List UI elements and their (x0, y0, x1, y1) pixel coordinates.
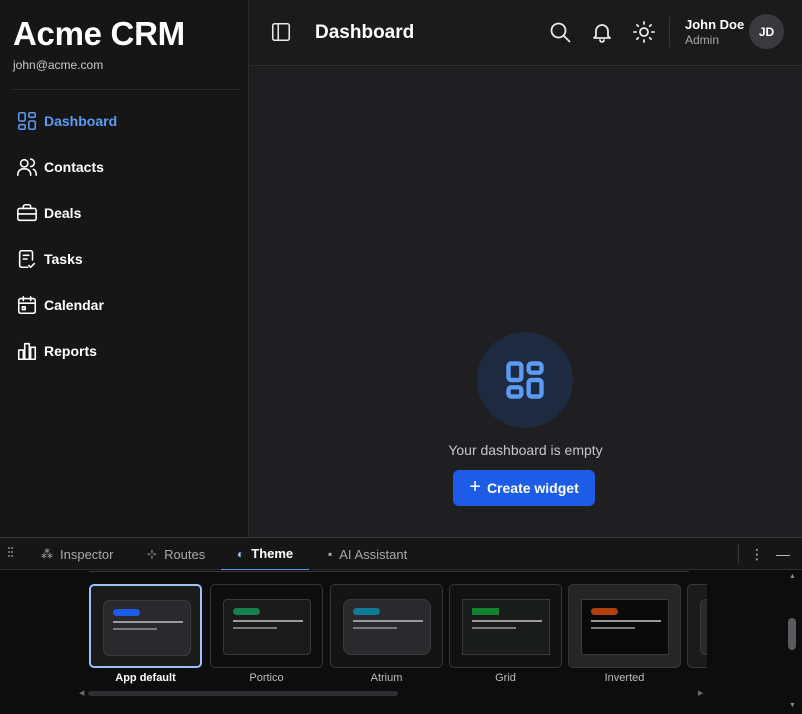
empty-state-badge (477, 332, 573, 428)
create-widget-label: Create widget (486, 480, 579, 496)
sidebar-item-label: Contacts (44, 159, 104, 175)
sidebar-item-contacts[interactable]: Contacts (0, 144, 249, 190)
theme-card-label: Inverted (604, 672, 645, 684)
sidebar-item-dashboard[interactable]: Dashboard (0, 98, 249, 144)
dashboard-icon (506, 361, 544, 399)
user-name: John Doe (685, 17, 745, 32)
theme-preview (700, 599, 707, 655)
sun-icon (633, 21, 655, 43)
sidebar-item-label: Dashboard (44, 113, 118, 129)
main-content: Your dashboard is empty + Create widget (249, 67, 802, 537)
theme-accent-swatch (353, 608, 380, 615)
theme-card-label: Grid (495, 672, 516, 684)
horizontal-scrollbar[interactable] (88, 691, 398, 696)
user-email: john@acme.com (13, 58, 104, 72)
notifications-button[interactable] (590, 20, 614, 44)
sidebar-item-label: Calendar (44, 297, 104, 313)
plus-icon: + (469, 476, 481, 498)
theme-preview (581, 599, 669, 655)
theme-card-grid[interactable] (449, 584, 562, 668)
tab-label: AI Assistant (339, 546, 408, 562)
chat-icon: ▪ (328, 547, 333, 561)
tabbar-divider (738, 544, 739, 564)
dashboard-icon (16, 110, 38, 132)
calendar-icon (16, 294, 38, 316)
tab-routes[interactable]: ⊹ Routes (147, 538, 205, 570)
sidebar-item-reports[interactable]: Reports (0, 328, 249, 374)
tab-label: Inspector (60, 546, 114, 562)
theme-accent-swatch (233, 608, 260, 615)
more-vertical-icon: ⋮ (750, 545, 764, 562)
sidebar-item-label: Deals (44, 205, 82, 221)
page-title: Dashboard (315, 22, 415, 43)
sidebar-item-deals[interactable]: Deals (0, 190, 249, 236)
theme-accent-swatch (472, 608, 499, 615)
theme-card-partial[interactable] (687, 584, 707, 668)
theme-card-label: Atrium (370, 672, 403, 684)
sidebar-toggle-icon (271, 22, 291, 42)
theme-gallery: App default Portico Atrium Grid Inverted (89, 571, 707, 711)
theme-card-portico[interactable] (210, 584, 323, 668)
scroll-right-arrow-icon[interactable]: ▶ (698, 689, 703, 697)
search-button[interactable] (548, 20, 572, 44)
users-icon (16, 156, 38, 178)
clipboard-check-icon (16, 248, 38, 270)
top-header: Dashboard John Doe Admin JD (249, 0, 802, 66)
theme-card-atrium[interactable] (330, 584, 443, 668)
theme-preview (343, 599, 431, 655)
empty-state-text: Your dashboard is empty (448, 442, 603, 458)
bar-chart-icon (16, 340, 38, 362)
theme-card-app-default[interactable] (89, 584, 202, 668)
devtools-tabbar: ⁂ Inspector ⊹ Routes ◐ Theme ▪ AI Assist… (0, 538, 802, 570)
tab-theme[interactable]: ◐ Theme (221, 538, 310, 570)
minimize-panel-button[interactable]: — (774, 544, 792, 564)
more-options-button[interactable]: ⋮ (748, 544, 766, 564)
avatar[interactable]: JD (749, 14, 784, 49)
tab-ai-assistant[interactable]: ▪ AI Assistant (328, 538, 407, 570)
theme-preview (103, 600, 191, 656)
search-icon (550, 22, 571, 43)
sidebar-item-label: Reports (44, 343, 97, 359)
drag-handle-icon[interactable] (8, 547, 14, 559)
theme-card-label: Portico (249, 672, 284, 684)
tab-label: Theme (251, 546, 294, 561)
user-role: Admin (685, 33, 720, 47)
hierarchy-icon: ⁂ (41, 547, 53, 561)
scroll-up-arrow-icon[interactable]: ▲ (789, 573, 796, 580)
signpost-icon: ⊹ (147, 547, 158, 561)
tab-label: Routes (164, 546, 206, 562)
palette-icon: ◐ (237, 546, 245, 561)
header-divider (669, 17, 670, 47)
sidebar-item-tasks[interactable]: Tasks (0, 236, 249, 282)
sidebar-divider (13, 89, 239, 90)
sidebar-item-label: Tasks (44, 251, 83, 267)
theme-card-label: App default (115, 672, 176, 684)
sidebar: Acme CRM john@acme.com Dashboard Contact… (0, 0, 249, 537)
minimize-icon: — (776, 546, 790, 562)
sidebar-item-calendar[interactable]: Calendar (0, 282, 249, 328)
sidebar-nav: Dashboard Contacts Deals Tasks Calendar (0, 98, 249, 374)
devtools-panel: ⁂ Inspector ⊹ Routes ◐ Theme ▪ AI Assist… (0, 537, 802, 714)
brand-title: Acme CRM (13, 15, 185, 52)
scroll-left-arrow-icon[interactable]: ◀ (79, 689, 84, 697)
theme-preview (462, 599, 550, 655)
bell-icon (593, 24, 611, 43)
scroll-down-arrow-icon[interactable]: ▼ (789, 702, 796, 709)
create-widget-button[interactable]: + Create widget (453, 470, 595, 506)
briefcase-icon (16, 202, 38, 224)
theme-card-inverted[interactable] (568, 584, 681, 668)
theme-toggle-button[interactable] (632, 20, 656, 44)
tab-inspector[interactable]: ⁂ Inspector (41, 538, 113, 570)
theme-accent-swatch (591, 608, 618, 615)
vertical-scrollbar[interactable] (788, 618, 796, 650)
theme-accent-swatch (113, 609, 140, 616)
theme-preview (223, 599, 311, 655)
sidebar-toggle-button[interactable] (270, 21, 292, 43)
